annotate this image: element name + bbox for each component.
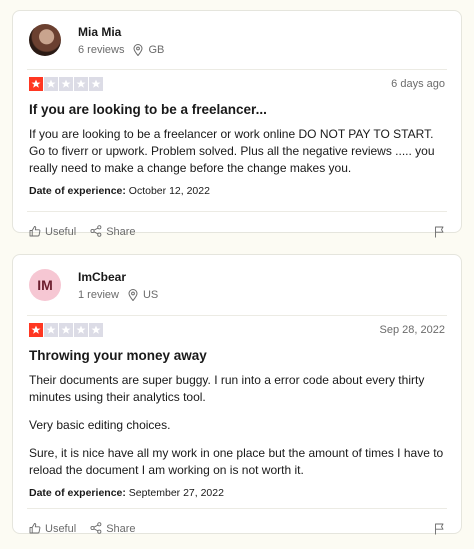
star-icon: [74, 323, 88, 337]
location-pin-icon: [133, 43, 143, 56]
star-rating: [29, 77, 103, 91]
review-card: IM ImCbear 1 review US Sep 28, 2022 Thro…: [12, 254, 462, 535]
avatar-initials: IM: [37, 277, 53, 293]
thumbs-up-icon: [29, 225, 41, 240]
review-actions: Useful Share: [29, 509, 445, 549]
useful-button[interactable]: Useful: [29, 225, 76, 240]
thumbs-up-icon: [29, 522, 41, 537]
date-of-experience: Date of experience: October 12, 2022: [29, 185, 445, 197]
reviewer-name[interactable]: ImCbear: [78, 270, 158, 284]
star-icon: [74, 77, 88, 91]
useful-button[interactable]: Useful: [29, 522, 76, 537]
review-actions: Useful Share: [29, 212, 445, 252]
review-body: If you are looking to be a freelancer or…: [29, 126, 445, 177]
useful-label: Useful: [45, 523, 77, 535]
share-label: Share: [106, 226, 136, 238]
star-icon: [89, 323, 103, 337]
review-card: Mia Mia 6 reviews GB 6 days ago If you a…: [12, 10, 462, 238]
share-button[interactable]: Share: [90, 224, 136, 240]
experience-date: September 27, 2022: [128, 487, 224, 499]
reviewer-name[interactable]: Mia Mia: [78, 25, 164, 39]
reviewer-country: US: [142, 288, 159, 301]
avatar[interactable]: IM: [29, 269, 61, 301]
review-title[interactable]: If you are looking to be a freelancer...: [29, 102, 445, 117]
review-paragraph: Sure, it is nice have all my work in one…: [29, 446, 444, 477]
share-button[interactable]: Share: [90, 521, 136, 537]
share-label: Share: [106, 523, 136, 535]
divider: [27, 315, 447, 316]
star-icon: [44, 323, 58, 337]
location-pin-icon: [128, 288, 138, 301]
star-icon: [89, 77, 103, 91]
reviewer-country: GB: [148, 43, 165, 56]
reviewer-header: IM ImCbear 1 review US: [29, 255, 445, 315]
star-icon: [44, 77, 58, 91]
reviewer-meta: 6 reviews GB: [78, 44, 164, 56]
date-of-experience: Date of experience: September 27, 2022: [29, 487, 445, 499]
review-paragraph: If you are looking to be a freelancer or…: [29, 127, 435, 175]
experience-label: Date of experience:: [29, 185, 126, 197]
review-body: Their documents are super buggy. I run i…: [29, 372, 445, 479]
divider: [27, 69, 447, 70]
avatar[interactable]: [29, 24, 61, 56]
experience-label: Date of experience:: [29, 487, 126, 499]
flag-icon[interactable]: [434, 226, 445, 238]
star-icon: [29, 323, 43, 337]
share-icon: [90, 224, 102, 240]
review-date: Sep 28, 2022: [379, 324, 445, 336]
star-rating: [29, 323, 103, 337]
review-paragraph: Their documents are super buggy. I run i…: [29, 373, 425, 404]
reviewer-header: Mia Mia 6 reviews GB: [29, 11, 445, 69]
review-date: 6 days ago: [391, 78, 445, 90]
useful-label: Useful: [45, 226, 77, 238]
review-count: 1 review: [78, 288, 119, 301]
star-icon: [59, 77, 73, 91]
review-count: 6 reviews: [78, 43, 125, 56]
flag-icon[interactable]: [434, 523, 445, 535]
star-icon: [59, 323, 73, 337]
star-icon: [29, 77, 43, 91]
reviewer-meta: 1 review US: [78, 289, 158, 301]
experience-date: October 12, 2022: [128, 185, 210, 197]
review-title[interactable]: Throwing your money away: [29, 348, 445, 363]
review-paragraph: Very basic editing choices.: [29, 418, 171, 432]
share-icon: [90, 521, 102, 537]
